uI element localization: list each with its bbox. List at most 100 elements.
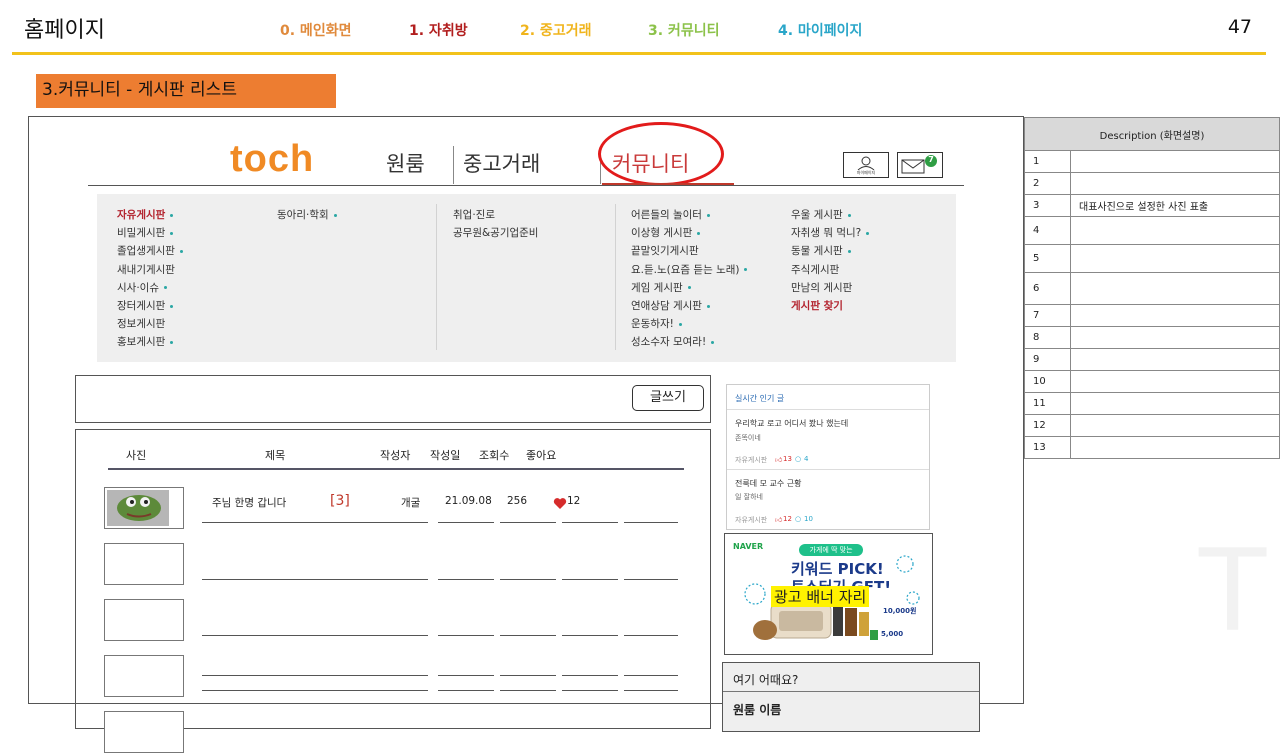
comment-icon: ○ [795, 515, 802, 523]
post-thumbnail[interactable] [104, 487, 184, 529]
comment-icon: ○ [795, 455, 802, 463]
board-menu-item[interactable]: 공무원&공기업준비 [453, 225, 538, 240]
popular-post-title[interactable]: 전룩데 모 교수 근황 [735, 478, 802, 489]
board-menu-item[interactable]: 끝말잇기게시판 [631, 243, 699, 258]
board-menu-item[interactable]: 연애상담 게시판 [631, 298, 710, 313]
board-menu-item[interactable]: 졸업생게시판 [117, 243, 183, 258]
row-underline [624, 579, 678, 580]
description-row-text [1070, 172, 1280, 195]
board-menu-item[interactable]: 동물 게시판 [791, 243, 851, 258]
tab-room[interactable]: 원룸 [386, 148, 425, 178]
description-row: 4 [1024, 216, 1280, 245]
row-underline [624, 675, 678, 676]
board-menu-item[interactable]: 운동하자! [631, 316, 682, 331]
post-thumbnail[interactable] [104, 655, 184, 697]
nav-market[interactable]: 2. 중고거래 [520, 20, 591, 40]
board-menu-item[interactable]: 게임 게시판 [631, 280, 691, 295]
ad-banner[interactable]: NAVER 가게에 딱 맞는 키워드 PICK! 토스터기 GET! 10,00… [724, 533, 933, 655]
dot-icon [697, 231, 701, 235]
board-menu-item[interactable]: 홍보게시판 [117, 334, 174, 349]
post-title[interactable]: 주님 한명 갑니다 [212, 495, 286, 510]
description-row-text [1070, 414, 1280, 437]
board-menu-label: 요.듣.노(요즘 듣는 노래) [631, 263, 740, 276]
description-row-number: 4 [1024, 216, 1071, 245]
board-menu-item[interactable]: 만남의 게시판 [791, 280, 852, 295]
board-menu-item[interactable]: 이상형 게시판 [631, 225, 701, 240]
nav-mypage[interactable]: 4. 마이페이지 [778, 20, 862, 40]
comment-count: [3] [330, 493, 350, 509]
col-likes: 좋아요 [526, 449, 557, 462]
col-views: 조회수 [479, 449, 510, 462]
description-row: 10 [1024, 370, 1280, 393]
nav-main[interactable]: 0. 메인화면 [280, 20, 351, 40]
popular-post-sub: 일 잘하네 [735, 493, 763, 501]
description-row: 3 대표사진으로 설정한 사진 표출 [1024, 194, 1280, 217]
tab-market[interactable]: 중고거래 [463, 148, 540, 178]
board-menu-item[interactable]: 성소수자 모여라! [631, 334, 715, 349]
board-menu-label: 공무원&공기업준비 [453, 227, 539, 240]
board-menu-item[interactable]: 동아리·학회 [277, 207, 337, 222]
popular-heading: 실시간 인기 글 [735, 394, 785, 403]
recommend-heading: 여기 어때요? [733, 673, 799, 687]
description-row-text: 대표사진으로 설정한 사진 표출 [1070, 194, 1280, 217]
mypage-button[interactable]: 마이페이지 [843, 152, 889, 178]
write-button[interactable]: 글쓰기 [632, 385, 704, 411]
dot-icon [170, 304, 174, 308]
row-underline [562, 522, 618, 523]
site-logo[interactable]: toch [230, 138, 314, 181]
board-menu-item[interactable]: 주식게시판 [791, 262, 839, 277]
description-row: 2 [1024, 172, 1280, 195]
description-row-text [1070, 244, 1280, 273]
board-menu-item[interactable]: 요.듣.노(요즘 듣는 노래) [631, 262, 748, 277]
post-thumbnail[interactable] [104, 543, 184, 585]
row-underline [202, 675, 428, 676]
section-label: 3.커뮤니티 - 게시판 리스트 [36, 74, 336, 108]
board-menu-item[interactable]: 우울 게시판 [791, 207, 851, 222]
board-menu-item[interactable]: 게시판 찾기 [791, 298, 843, 313]
board-menu-item[interactable]: 어른들의 놀이터 [631, 207, 710, 222]
description-row-text [1070, 216, 1280, 245]
popular-post-title[interactable]: 우리학교 로고 어디서 봤나 했는데 [735, 418, 848, 429]
post-thumbnail[interactable] [104, 599, 184, 641]
popular-post-likes: 13 [783, 455, 792, 463]
board-menu-item[interactable]: 취업·진로 [453, 207, 495, 222]
slide-title: 홈페이지 [24, 18, 105, 43]
write-area [75, 375, 711, 423]
description-row: 1 [1024, 150, 1280, 173]
post-date: 21.09.08 [445, 495, 492, 507]
description-row-number: 8 [1024, 326, 1071, 349]
menu-divider [615, 204, 616, 350]
board-menu-item[interactable]: 시사·이슈 [117, 280, 167, 295]
description-table: Description (화면설명) 1 2 3 대표사진으로 설정한 사진 표출 4 5… [1024, 117, 1280, 459]
board-menu-label: 끝말잇기게시판 [631, 245, 699, 258]
board-menu-label: 운동하자! [631, 318, 674, 331]
dot-icon [706, 304, 710, 308]
board-menu-item[interactable]: 장터게시판 [117, 298, 174, 313]
board-menu-item[interactable]: 자유게시판 [117, 207, 174, 222]
nav-room[interactable]: 1. 자취방 [409, 20, 468, 40]
board-menu-item[interactable]: 비밀게시판 [117, 225, 174, 240]
highlight-ring [598, 122, 724, 186]
row-underline [624, 635, 678, 636]
board-menu-item[interactable]: 자취생 뭐 먹니? [791, 225, 870, 240]
post-thumbnail[interactable] [104, 711, 184, 753]
row-underline [500, 522, 556, 523]
row-underline [500, 635, 556, 636]
row-underline [202, 522, 428, 523]
description-row-number: 1 [1024, 150, 1071, 173]
mypage-label: 마이페이지 [856, 170, 876, 175]
description-row-text [1070, 272, 1280, 305]
description-row-number: 7 [1024, 304, 1071, 327]
col-photo: 사진 [126, 449, 147, 462]
board-menu-item[interactable]: 정보게시판 [117, 316, 165, 331]
description-row-number: 6 [1024, 272, 1071, 305]
board-menu-item[interactable]: 새내기게시판 [117, 262, 175, 277]
board-menu-label: 성소수자 모여라! [631, 336, 707, 349]
dot-icon [333, 213, 337, 217]
dot-icon [706, 213, 710, 217]
dot-icon [687, 286, 691, 290]
nav-community[interactable]: 3. 커뮤니티 [648, 20, 719, 40]
recommend-item[interactable]: 원룸 이름 [733, 701, 781, 718]
row-underline [562, 635, 618, 636]
mail-button[interactable]: 7 [897, 152, 943, 178]
